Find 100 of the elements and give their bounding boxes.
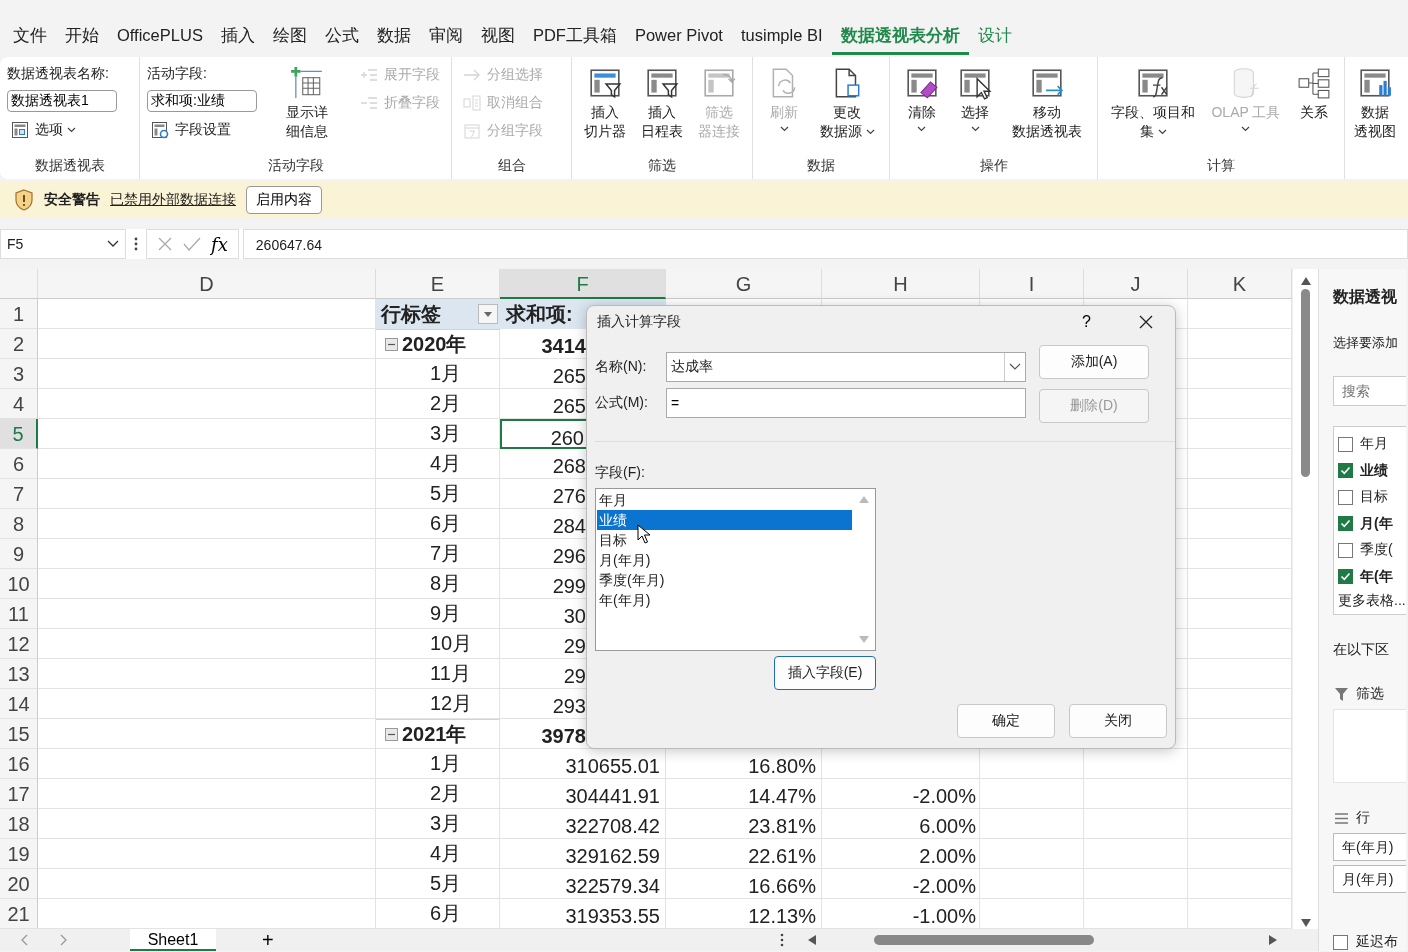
column-header[interactable]: I bbox=[980, 269, 1084, 299]
dialog-button[interactable]: 关闭 bbox=[1069, 704, 1167, 738]
previous-sheet-icon[interactable] bbox=[20, 934, 28, 946]
ribbon-tab[interactable]: Power Pivot bbox=[625, 22, 732, 53]
insert-function-button[interactable]: fx bbox=[211, 233, 228, 255]
ribbon-button[interactable]: 更改 数据源 bbox=[817, 63, 877, 144]
ribbon-tab[interactable]: 公式 bbox=[315, 20, 368, 55]
row-header[interactable]: 11 bbox=[0, 599, 38, 629]
ribbon-button[interactable]: 清除 bbox=[902, 63, 941, 135]
row-header[interactable]: 2 bbox=[0, 329, 38, 359]
checkbox-checked[interactable] bbox=[1338, 463, 1353, 479]
ribbon-button[interactable]: 关系 bbox=[1294, 63, 1333, 125]
name-combobox[interactable]: 达成率 bbox=[666, 352, 1026, 382]
list-item[interactable]: 年月 bbox=[597, 490, 852, 510]
more-tables-link[interactable]: 更多表格... bbox=[1338, 592, 1406, 610]
dialog-button[interactable]: 添加(A) bbox=[1039, 345, 1149, 379]
next-sheet-icon[interactable] bbox=[60, 934, 68, 946]
column-header[interactable]: D bbox=[38, 269, 376, 299]
ribbon-button[interactable]: 插入 切片器 bbox=[582, 63, 629, 144]
ribbon-button[interactable]: 字段设置 bbox=[147, 118, 235, 142]
ribbon-tab[interactable]: tusimple BI bbox=[731, 22, 832, 53]
formula-input[interactable]: = bbox=[666, 388, 1026, 418]
row-header[interactable]: 14 bbox=[0, 689, 38, 719]
row-header[interactable]: 5 bbox=[0, 419, 38, 449]
ribbon-tab[interactable]: 审阅 bbox=[419, 20, 472, 55]
name-box[interactable]: F5 bbox=[0, 229, 126, 259]
checkbox-checked[interactable] bbox=[1338, 516, 1353, 532]
list-item[interactable]: 年(年月) bbox=[597, 590, 852, 610]
enable-content-button[interactable]: 启用内容 bbox=[246, 185, 322, 214]
row-header[interactable]: 6 bbox=[0, 449, 38, 479]
search-field[interactable]: 搜索 bbox=[1333, 376, 1406, 406]
ribbon-tab[interactable]: 数据 bbox=[367, 20, 420, 55]
row-header[interactable]: 12 bbox=[0, 629, 38, 659]
formula-field[interactable]: 260647.64 bbox=[242, 229, 1408, 259]
warning-link[interactable]: 已禁用外部数据连接 bbox=[110, 190, 236, 209]
row-header[interactable]: 8 bbox=[0, 509, 38, 539]
ribbon-tab[interactable]: 视图 bbox=[471, 20, 524, 55]
row-header[interactable]: 4 bbox=[0, 389, 38, 419]
ribbon-tab[interactable]: 绘图 bbox=[263, 20, 316, 55]
list-item[interactable]: 月(年月) bbox=[597, 550, 852, 570]
row-header[interactable]: 10 bbox=[0, 569, 38, 599]
ribbon-tab[interactable]: 开始 bbox=[56, 20, 108, 55]
ribbon-button[interactable]: 选择 bbox=[956, 63, 995, 135]
row-header[interactable]: 18 bbox=[0, 809, 38, 839]
list-item[interactable]: 业绩 bbox=[597, 510, 852, 530]
filter-button[interactable] bbox=[478, 304, 498, 324]
row-header[interactable]: 7 bbox=[0, 479, 38, 509]
column-header[interactable]: F bbox=[500, 269, 666, 299]
cancel-icon[interactable] bbox=[157, 236, 173, 252]
column-header[interactable]: J bbox=[1084, 269, 1188, 299]
ribbon-button[interactable]: 显示详 细信息 bbox=[283, 63, 330, 144]
column-header[interactable]: K bbox=[1188, 269, 1292, 299]
column-header[interactable]: G bbox=[666, 269, 822, 299]
scroll-right-icon[interactable] bbox=[1268, 935, 1277, 945]
row-header[interactable]: 19 bbox=[0, 839, 38, 869]
ribbon-tab[interactable]: OfficePLUS bbox=[108, 22, 212, 53]
row-header[interactable]: 20 bbox=[0, 869, 38, 899]
column-header[interactable]: H bbox=[822, 269, 980, 299]
collapse-icon[interactable] bbox=[385, 728, 398, 741]
list-item[interactable]: 季度(年月) bbox=[597, 570, 852, 590]
row-header[interactable]: 1 bbox=[0, 299, 38, 329]
row-header[interactable]: 21 bbox=[0, 899, 38, 929]
ribbon-tab[interactable]: 文件 bbox=[4, 20, 56, 55]
row-header[interactable]: 16 bbox=[0, 749, 38, 779]
row-header[interactable]: 17 bbox=[0, 779, 38, 809]
checkbox[interactable] bbox=[1333, 934, 1348, 950]
checkbox[interactable] bbox=[1338, 489, 1353, 505]
checkbox-checked[interactable] bbox=[1338, 569, 1353, 585]
ribbon-button[interactable]: 选项 bbox=[7, 118, 80, 142]
ribbon-tab[interactable]: 设计 bbox=[968, 20, 1021, 55]
scrollbar-thumb[interactable] bbox=[1301, 289, 1310, 477]
insert-field-button[interactable]: 插入字段(E) bbox=[774, 656, 876, 690]
row-header[interactable]: 13 bbox=[0, 659, 38, 689]
column-header[interactable]: E bbox=[376, 269, 500, 299]
help-button[interactable]: ? bbox=[1076, 311, 1097, 333]
row-header[interactable]: 3 bbox=[0, 359, 38, 389]
ribbon-button[interactable]: 插入 日程表 bbox=[639, 63, 685, 144]
row-header[interactable]: 9 bbox=[0, 539, 38, 569]
list-item[interactable]: 目标 bbox=[597, 530, 852, 550]
ribbon-tab[interactable]: 插入 bbox=[211, 20, 264, 55]
checkbox[interactable] bbox=[1338, 436, 1353, 452]
checkbox[interactable] bbox=[1338, 542, 1353, 558]
table-cell-text: 16.66% bbox=[747, 874, 817, 899]
row-field-chip[interactable]: 年(年月) bbox=[1333, 833, 1406, 861]
ribbon-button[interactable]: 数据 透视图 bbox=[1352, 63, 1398, 144]
dialog-button[interactable]: 确定 bbox=[957, 704, 1055, 738]
row-field-chip[interactable]: 月(年月) bbox=[1333, 865, 1406, 893]
sheet-tab[interactable]: Sheet1 bbox=[130, 929, 216, 951]
ribbon-tab[interactable]: 数据透视表分析 bbox=[831, 20, 969, 55]
row-header[interactable]: 15 bbox=[0, 719, 38, 749]
scroll-left-icon[interactable] bbox=[807, 935, 816, 945]
check-icon[interactable] bbox=[183, 236, 201, 252]
ribbon-button[interactable]: 字段、项目和 集 bbox=[1109, 63, 1198, 144]
collapse-icon[interactable] bbox=[385, 338, 398, 351]
text-field[interactable]: 求和项:业绩 bbox=[147, 90, 257, 112]
ribbon-button[interactable]: 移动 数据透视表 bbox=[1010, 63, 1085, 144]
add-sheet-button[interactable]: + bbox=[256, 930, 280, 950]
text-field[interactable]: 数据透视表1 bbox=[7, 90, 117, 112]
scrollbar-thumb[interactable] bbox=[873, 935, 1094, 945]
ribbon-tab[interactable]: PDF工具箱 bbox=[523, 20, 626, 55]
